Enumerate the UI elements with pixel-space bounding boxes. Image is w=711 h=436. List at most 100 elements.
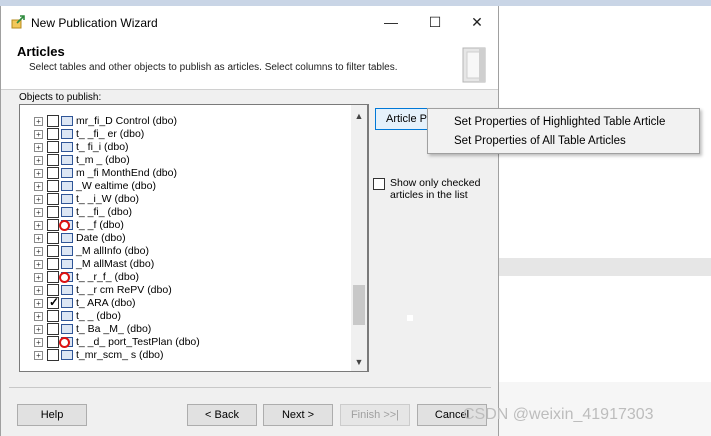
table-blocked-icon [59, 337, 73, 348]
article-checkbox[interactable] [47, 245, 59, 257]
artifact-mark [407, 315, 413, 321]
scroll-up-icon[interactable]: ▲ [351, 111, 367, 121]
expand-icon[interactable]: + [34, 221, 43, 230]
wizard-app-icon [11, 15, 25, 29]
tree-row[interactable]: + t_mr_scm_ s (dbo) [20, 349, 350, 362]
article-checkbox[interactable] [47, 167, 59, 179]
article-checkbox[interactable] [47, 128, 59, 140]
tree-row[interactable]: + m _fi MonthEnd (dbo) [20, 167, 350, 180]
article-checkbox[interactable] [47, 154, 59, 166]
help-button[interactable]: Help [17, 404, 87, 426]
tree-row-label: t_m _ (dbo) [76, 154, 130, 166]
tree-row-label: m _fi MonthEnd (dbo) [76, 167, 177, 179]
expand-icon[interactable]: + [34, 182, 43, 191]
maximize-button[interactable]: ☐ [425, 12, 445, 32]
tree-row-label: t_ _f (dbo) [76, 219, 124, 231]
article-checkbox[interactable] [47, 193, 59, 205]
table-icon [61, 194, 73, 204]
menu-item-set-all-properties[interactable]: Set Properties of All Table Articles [454, 135, 626, 147]
wizard-header: Articles Select tables and other objects… [1, 38, 498, 90]
finish-button[interactable]: Finish >>| [340, 404, 410, 426]
article-checkbox[interactable] [47, 323, 59, 335]
expand-icon[interactable]: + [34, 156, 43, 165]
expand-icon[interactable]: + [34, 247, 43, 256]
tree-row[interactable]: + t_ _i_W (dbo) [20, 193, 350, 206]
tree-row[interactable]: + mr_fi_D Control (dbo) [20, 115, 350, 128]
table-icon [61, 324, 73, 334]
tree-row[interactable]: + t_ Ba _M_ (dbo) [20, 323, 350, 336]
tree-scrollbar[interactable]: ▲ ▼ [351, 104, 368, 372]
tree-row[interactable]: + _M allInfo (dbo) [20, 245, 350, 258]
tree-row[interactable]: + _W ealtime (dbo) [20, 180, 350, 193]
expand-icon[interactable]: + [34, 286, 43, 295]
article-checkbox[interactable] [47, 310, 59, 322]
article-checkbox[interactable] [47, 115, 59, 127]
expand-icon[interactable]: + [34, 338, 43, 347]
expand-icon[interactable]: + [34, 169, 43, 178]
expand-icon[interactable]: + [34, 299, 43, 308]
expand-icon[interactable]: + [34, 234, 43, 243]
table-icon [61, 116, 73, 126]
article-properties-context-menu: Set Properties of Highlighted Table Arti… [427, 108, 700, 154]
article-checkbox[interactable] [47, 141, 59, 153]
tree-row-label: t_ Ba _M_ (dbo) [76, 323, 152, 335]
next-button[interactable]: Next > [263, 404, 333, 426]
tree-row[interactable]: + t_ _ (dbo) [20, 310, 350, 323]
back-button[interactable]: < Back [187, 404, 257, 426]
tree-row-label: t_ _d_ port_TestPlan (dbo) [76, 336, 200, 348]
article-checkbox[interactable] [47, 180, 59, 192]
table-icon [61, 311, 73, 321]
article-checkbox[interactable] [47, 295, 59, 309]
tree-row[interactable]: + t_ _fi_ (dbo) [20, 206, 350, 219]
page-description: Select tables and other objects to publi… [29, 62, 398, 73]
tree-row-label: _W ealtime (dbo) [76, 180, 156, 192]
table-icon [61, 246, 73, 256]
button-separator [9, 387, 491, 388]
article-checkbox[interactable] [47, 206, 59, 218]
scroll-down-icon[interactable]: ▼ [351, 357, 367, 367]
article-checkbox[interactable] [47, 219, 59, 231]
watermark: CSDN @weixin_41917303 [463, 406, 654, 423]
expand-icon[interactable]: + [34, 260, 43, 269]
tree-row-label: t_mr_scm_ s (dbo) [76, 349, 164, 361]
tree-row[interactable]: + Date (dbo) [20, 232, 350, 245]
table-blocked-icon [59, 272, 73, 283]
article-checkbox[interactable] [47, 336, 59, 348]
menu-item-set-highlighted-properties[interactable]: Set Properties of Highlighted Table Arti… [454, 116, 665, 128]
expand-icon[interactable]: + [34, 351, 43, 360]
tree-row[interactable]: + t_m _ (dbo) [20, 154, 350, 167]
minimize-button[interactable]: — [381, 12, 401, 32]
expand-icon[interactable]: + [34, 273, 43, 282]
tree-row[interactable]: + t_ fi_i (dbo) [20, 141, 350, 154]
article-checkbox[interactable] [47, 232, 59, 244]
tree-row[interactable]: + t_ _fi_ er (dbo) [20, 128, 350, 141]
tree-row-label: t_ _r_f_ (dbo) [76, 271, 140, 283]
expand-icon[interactable]: + [34, 117, 43, 126]
article-checkbox[interactable] [47, 258, 59, 270]
scroll-thumb[interactable] [353, 285, 365, 325]
tree-row[interactable]: + t_ _d_ port_TestPlan (dbo) [20, 336, 350, 349]
expand-icon[interactable]: + [34, 130, 43, 139]
objects-to-publish-label: Objects to publish: [19, 92, 102, 103]
table-icon [61, 298, 73, 308]
tree-row[interactable]: + _M allMast (dbo) [20, 258, 350, 271]
table-icon [61, 129, 73, 139]
tree-row[interactable]: + t_ ARA (dbo) [20, 295, 350, 310]
background-band [499, 258, 711, 276]
tree-row[interactable]: + t_ _f (dbo) [20, 219, 350, 232]
tree-row-label: _M allMast (dbo) [76, 258, 155, 270]
objects-tree[interactable]: + mr_fi_D Control (dbo) + t_ _fi_ er (dbo) +… [19, 104, 369, 372]
show-only-checked-checkbox[interactable] [373, 178, 385, 190]
close-button[interactable]: ✕ [467, 12, 487, 32]
tree-row[interactable]: + t_ _r_f_ (dbo) [20, 271, 350, 284]
page-title: Articles [17, 44, 65, 59]
expand-icon[interactable]: + [34, 312, 43, 321]
article-checkbox[interactable] [47, 271, 59, 283]
tree-row[interactable]: + t_ _r cm RePV (dbo) [20, 284, 350, 297]
expand-icon[interactable]: + [34, 208, 43, 217]
article-checkbox[interactable] [47, 349, 59, 361]
show-only-checked-label: Show only checked articles in the list [390, 177, 481, 201]
expand-icon[interactable]: + [34, 195, 43, 204]
expand-icon[interactable]: + [34, 325, 43, 334]
expand-icon[interactable]: + [34, 143, 43, 152]
